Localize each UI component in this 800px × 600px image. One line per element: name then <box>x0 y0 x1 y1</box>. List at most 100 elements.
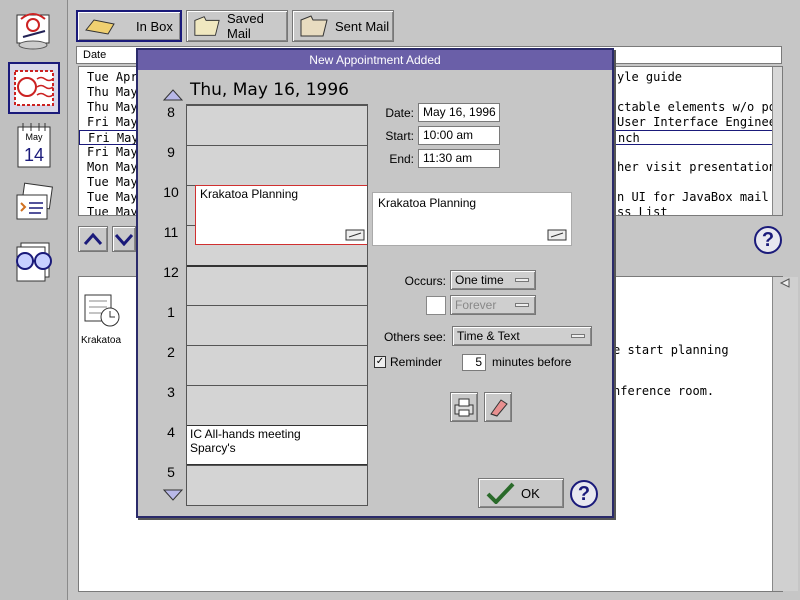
mail-subject: n UI for JavaBox mail <box>617 190 769 204</box>
hour-label: 10 <box>163 184 179 200</box>
mail-date: Fri May <box>88 131 139 145</box>
mail-date: Thu May <box>87 85 138 99</box>
reminder-label: Reminder <box>390 355 443 369</box>
occurs-label: Occurs: <box>404 274 446 288</box>
appointment-text: Krakatoa Planning <box>200 187 299 201</box>
date-heading: Thu, May 16, 1996 <box>190 80 349 100</box>
hour-slot[interactable] <box>187 105 367 145</box>
hour-slot[interactable] <box>187 345 367 385</box>
mail-subject: ss List <box>617 205 668 216</box>
sent-mail-button[interactable]: Sent Mail <box>292 10 394 42</box>
mail-date: Thu May <box>87 100 138 114</box>
reminder-minutes-field[interactable]: 5 <box>462 354 486 371</box>
attachment-label: Krakatoa <box>81 335 122 346</box>
calendar-icon[interactable]: May 14 <box>8 120 60 172</box>
mail-date: Tue May <box>87 190 138 204</box>
checkmark-icon <box>486 482 515 504</box>
dialog-title: New Appointment Added <box>138 50 612 70</box>
description-text: Krakatoa Planning <box>378 196 477 210</box>
hour-label: 1 <box>167 304 175 320</box>
hour-label: 8 <box>167 104 175 120</box>
printer-icon <box>454 398 474 417</box>
inbox-button[interactable]: In Box <box>76 10 182 42</box>
start-time-field[interactable]: 10:00 am <box>418 126 500 145</box>
new-appointment-dialog: New Appointment Added Thu, May 16, 1996 … <box>136 48 614 518</box>
hour-label: 5 <box>167 464 175 480</box>
appointment-krakatoa[interactable]: Krakatoa Planning <box>195 185 367 245</box>
mail-subject: User Interface Engineerin <box>617 115 783 129</box>
scroll-up-button[interactable] <box>78 226 108 252</box>
erase-button[interactable] <box>484 392 512 422</box>
calendar-day-text: 14 <box>24 145 44 165</box>
occurs-dropdown[interactable]: One time <box>450 270 536 290</box>
triangle-left-icon <box>779 278 790 288</box>
minutes-before-label: minutes before <box>492 355 572 369</box>
mail-date: Mon May <box>87 160 138 174</box>
hour-label: 12 <box>163 264 179 280</box>
hour-label: 2 <box>167 344 175 360</box>
hours-down-button[interactable] <box>162 488 184 505</box>
hour-slot[interactable] <box>187 305 367 345</box>
hour-label: 11 <box>163 224 179 240</box>
preview-scrollbar[interactable] <box>772 277 798 591</box>
hour-label: 4 <box>167 424 175 440</box>
mail-list-scrollbar[interactable] <box>772 67 782 215</box>
stamp-mail-icon[interactable] <box>8 62 60 114</box>
hours-up-button[interactable] <box>162 88 184 105</box>
saved-mail-label: Saved Mail <box>226 11 264 41</box>
day-schedule[interactable]: Krakatoa Planning IC All-hands meeting S… <box>186 104 368 506</box>
others-see-value: Time & Text <box>457 329 520 343</box>
cards-icon[interactable] <box>8 178 60 230</box>
sent-mail-label: Sent Mail <box>335 18 390 34</box>
mail-date: Tue May <box>87 205 138 216</box>
calendar-attachment-icon[interactable] <box>83 289 123 332</box>
help-icon[interactable]: ? <box>570 480 598 508</box>
date-field[interactable]: May 16, 1996 <box>418 103 500 122</box>
hour-label: 3 <box>167 384 175 400</box>
hour-slot[interactable] <box>187 265 367 305</box>
chevron-up-icon <box>83 232 103 245</box>
glasses-icon[interactable] <box>8 236 60 288</box>
hour-slot[interactable] <box>187 465 367 505</box>
others-see-dropdown[interactable]: Time & Text <box>452 326 592 346</box>
end-label: End: <box>389 152 414 166</box>
folder-icon <box>194 16 220 36</box>
start-label: Start: <box>385 129 414 143</box>
hour-label: 9 <box>167 144 175 160</box>
mail-date: Fri May <box>87 145 138 159</box>
mail-date: Tue May <box>87 175 138 189</box>
forever-value: Forever <box>455 298 497 312</box>
mail-date: Tue Apr <box>87 70 138 84</box>
mail-subject: nch <box>618 131 640 145</box>
ok-button[interactable]: OK <box>478 478 564 508</box>
ok-label: OK <box>521 485 540 501</box>
preview-line-2: nference room. <box>613 384 715 398</box>
mailbox-logo-icon[interactable] <box>8 4 60 56</box>
chevron-down-icon <box>114 234 134 246</box>
mail-date: Fri May <box>87 115 138 129</box>
folder-icon <box>300 15 328 37</box>
note-icon <box>547 229 567 241</box>
saved-mail-button[interactable]: Saved Mail <box>186 10 288 42</box>
help-icon[interactable]: ? <box>754 226 782 254</box>
calendar-month-text: May <box>25 132 43 142</box>
reminder-checkbox[interactable]: ✓ <box>374 356 386 368</box>
description-field[interactable]: Krakatoa Planning <box>372 192 572 246</box>
end-time-field[interactable]: 11:30 am <box>418 149 500 168</box>
inbox-tray-icon <box>85 19 115 35</box>
forever-dropdown[interactable]: Forever <box>450 295 536 315</box>
app-sidebar: May 14 <box>0 0 68 600</box>
note-icon <box>345 229 365 241</box>
hour-slot[interactable] <box>187 145 367 185</box>
eraser-icon <box>490 399 508 417</box>
scroll-down-button[interactable] <box>112 226 136 252</box>
hour-slot[interactable] <box>187 385 367 425</box>
mail-subject: her visit presentation <box>617 160 776 174</box>
repeat-count-field[interactable] <box>426 296 446 315</box>
print-button[interactable] <box>450 392 478 422</box>
preview-line-1: e start planning <box>613 343 729 357</box>
date-label: Date: <box>385 106 414 120</box>
occurs-value: One time <box>455 273 504 287</box>
others-see-label: Others see: <box>383 330 446 344</box>
appointment-all-hands[interactable]: IC All-hands meeting Sparcy's <box>187 425 367 465</box>
